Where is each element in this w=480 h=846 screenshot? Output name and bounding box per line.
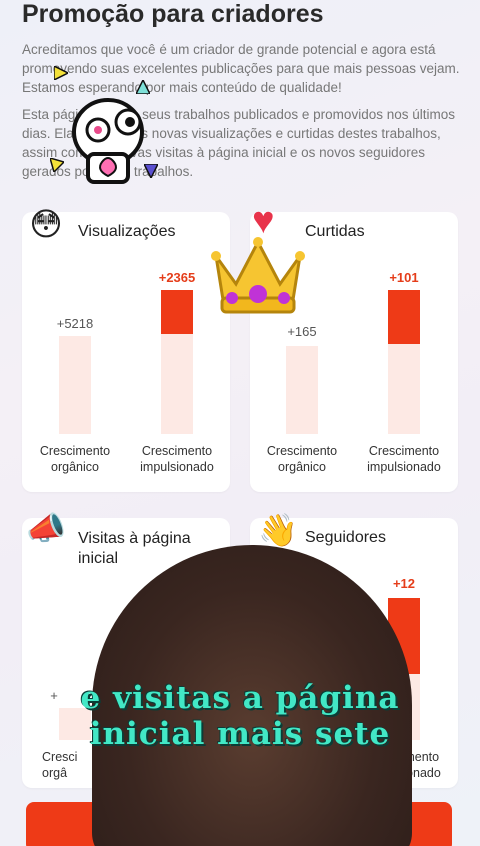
astonished-face-icon: 😳 — [29, 206, 63, 242]
views-boosted-bar-base — [161, 334, 193, 434]
likes-organic-label: Crescimento orgânico — [266, 444, 338, 474]
followers-boosted-value: +12 — [392, 576, 416, 591]
page-title: Promoção para criadores — [22, 0, 324, 28]
views-card-title: Visualizações — [78, 223, 176, 240]
profile-visits-organic-label: Cresci orgâ — [42, 750, 78, 780]
views-boosted-label: Crescimento impulsionado — [140, 444, 214, 474]
views-boosted-bar-top — [161, 290, 193, 334]
sparkle-icon — [54, 66, 68, 80]
views-organic-value: +5218 — [56, 316, 94, 331]
megaphone-icon: 📣 — [26, 510, 66, 546]
views-card[interactable]: 😳 Visualizações +5218 +2365 Crescimento … — [22, 206, 230, 492]
likes-organic-bar — [286, 346, 318, 434]
likes-card-title: Curtidas — [305, 223, 365, 240]
intro-paragraph-1: Acreditamos que você é um criador de gra… — [22, 42, 460, 95]
sparkle-icon — [50, 158, 64, 172]
crown-sticker-icon — [211, 237, 305, 314]
views-organic-label: Crescimento orgânico — [39, 444, 111, 474]
sparkle-icon — [136, 80, 150, 94]
likes-boosted-bar-base — [388, 344, 420, 434]
likes-boosted-value: +101 — [389, 270, 419, 285]
followers-card-title: Seguidores — [305, 529, 386, 546]
views-boosted-value: +2365 — [158, 270, 196, 285]
likes-boosted-bar-top — [388, 290, 420, 344]
creator-promotion-page: Promoção para criadores Acreditamos que … — [0, 0, 480, 846]
likes-boosted-label: Crescimento impulsionado — [367, 444, 441, 474]
video-caption: e visitas a página inicial mais sete — [80, 680, 400, 752]
waving-hand-icon: 👋 — [258, 512, 298, 548]
views-organic-bar — [59, 336, 91, 434]
sparkle-icon — [144, 164, 158, 178]
likes-organic-value: +165 — [287, 324, 317, 339]
